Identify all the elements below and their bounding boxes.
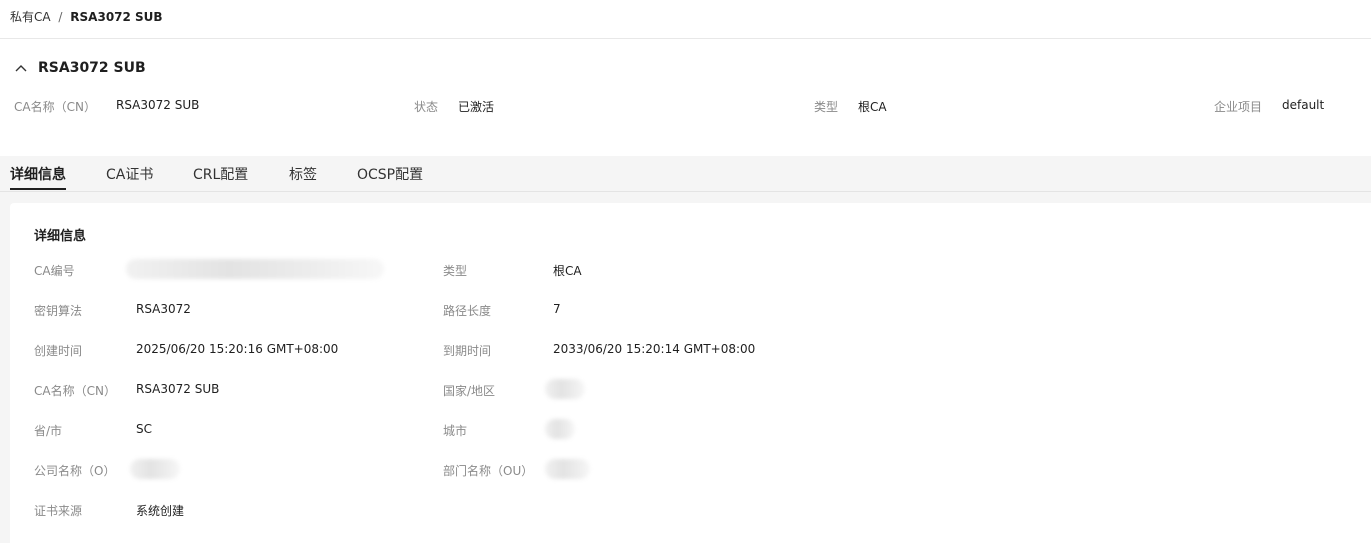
tab-ca-certificate[interactable]: CA证书 — [106, 164, 153, 184]
details-title: 详细信息 — [34, 229, 87, 244]
summary-type-value: 根CA — [858, 100, 887, 114]
summary-project-label: 企业项目 — [1214, 100, 1263, 114]
department-label: 部门名称（OU） — [443, 464, 534, 478]
type-value: 根CA — [553, 264, 582, 278]
path-length-value: 7 — [553, 302, 561, 316]
province-value: SC — [136, 422, 152, 436]
tab-tags[interactable]: 标签 — [289, 164, 317, 184]
province-label: 省/市 — [34, 424, 63, 438]
breadcrumb-link-private-ca[interactable]: 私有CA — [10, 10, 51, 24]
summary-type-label: 类型 — [814, 100, 839, 114]
summary-status-value: 已激活 — [458, 100, 495, 114]
page-title: RSA3072 SUB — [38, 60, 146, 76]
tab-crl-config[interactable]: CRL配置 — [193, 164, 248, 184]
ca-cn-value: RSA3072 SUB — [136, 382, 220, 396]
organization-label: 公司名称（O） — [34, 464, 116, 478]
summary-status-label: 状态 — [414, 100, 439, 114]
city-value-redacted — [545, 419, 575, 439]
type-label: 类型 — [443, 264, 468, 278]
ca-id-value-redacted — [126, 259, 384, 279]
ca-id-label: CA编号 — [34, 264, 75, 278]
path-length-label: 路径长度 — [443, 304, 492, 318]
department-value-redacted — [545, 459, 590, 479]
ca-collapse-toggle[interactable]: RSA3072 SUB — [14, 60, 146, 76]
created-time-label: 创建时间 — [34, 344, 83, 358]
key-algorithm-label: 密钥算法 — [34, 304, 83, 318]
summary-cn: CA名称（CN） RSA3072 SUB — [14, 98, 199, 115]
key-algorithm-value: RSA3072 — [136, 302, 191, 316]
country-value-redacted — [545, 379, 585, 399]
header-divider — [0, 38, 1371, 39]
active-tab-indicator — [10, 188, 66, 190]
breadcrumb-current: RSA3072 SUB — [70, 10, 163, 24]
expiry-time-label: 到期时间 — [443, 344, 492, 358]
summary-type: 类型 根CA — [814, 98, 887, 115]
country-label: 国家/地区 — [443, 384, 496, 398]
summary-cn-value: RSA3072 SUB — [116, 98, 200, 112]
cert-source-label: 证书来源 — [34, 504, 83, 518]
summary-status: 状态 已激活 — [414, 98, 494, 115]
created-time-value: 2025/06/20 15:20:16 GMT+08:00 — [136, 342, 339, 356]
tab-details[interactable]: 详细信息 — [10, 164, 66, 184]
breadcrumb-separator: / — [58, 10, 63, 24]
chevron-up-icon — [14, 61, 28, 75]
summary-cn-label: CA名称（CN） — [14, 100, 96, 114]
organization-value-redacted — [130, 459, 180, 479]
expiry-time-value: 2033/06/20 15:20:14 GMT+08:00 — [553, 342, 756, 356]
summary-project: 企业项目 default — [1214, 98, 1324, 115]
details-panel: 详细信息 CA编号 密钥算法 RSA3072 创建时间 2025/06/20 1… — [10, 203, 1371, 543]
ca-cn-label: CA名称（CN） — [34, 384, 116, 398]
city-label: 城市 — [443, 424, 468, 438]
cert-source-value: 系统创建 — [136, 504, 185, 518]
tab-ocsp-config[interactable]: OCSP配置 — [357, 164, 423, 184]
tab-bar: 详细信息 CA证书 CRL配置 标签 OCSP配置 — [0, 156, 1371, 192]
breadcrumb: 私有CA / RSA3072 SUB — [10, 8, 163, 25]
summary-project-value: default — [1282, 98, 1325, 112]
